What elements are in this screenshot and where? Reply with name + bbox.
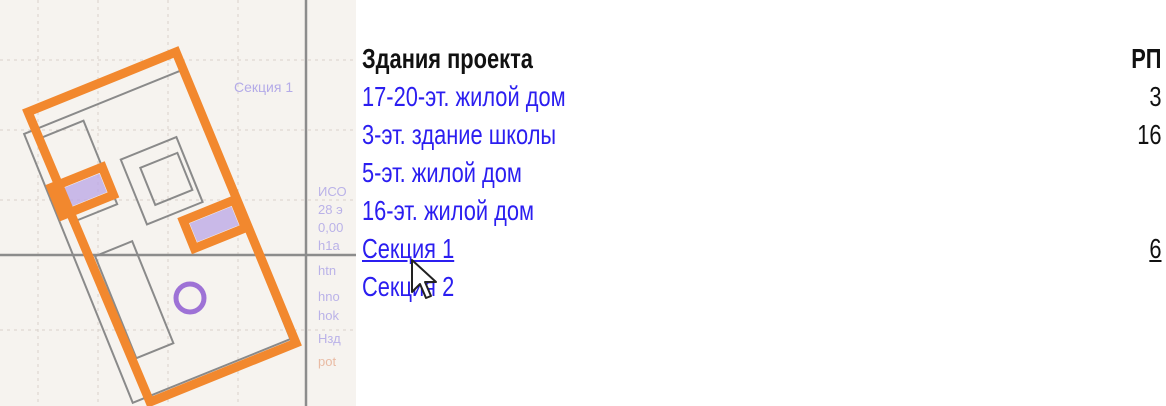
location-marker-icon [173,281,207,315]
building-link[interactable]: 17-20-эт. жилой дом [362,78,566,116]
svg-text:28 э: 28 э [318,202,343,217]
site-plan-map[interactable]: Секция 1 ИСО 28 э 0,00 h1a htn hno hok Н… [0,0,356,406]
svg-text:0,00: 0,00 [318,220,343,235]
svg-text:pot: pot [318,354,336,369]
buildings-list: Здания проекта РП 17-20-эт. жилой дом 3 … [362,40,1162,306]
building-link[interactable]: 5-эт. жилой дом [362,154,522,192]
building-rp-value[interactable]: 6 [1149,230,1161,268]
site-plan-drawing: Секция 1 ИСО 28 э 0,00 h1a htn hno hok Н… [0,0,356,406]
building-link[interactable]: 16-эт. жилой дом [362,192,534,230]
building-rp-value: 16 [1137,119,1162,150]
column-header-rp: РП [1131,43,1162,74]
building-link[interactable]: 3-эт. здание школы [362,116,556,154]
svg-text:Нзд: Нзд [318,331,341,346]
building-link[interactable]: Секция 2 [362,268,454,306]
building-link[interactable]: Секция 1 [362,230,454,268]
svg-text:htn: htn [318,263,336,278]
building-row[interactable]: 16-эт. жилой дом [362,192,1162,230]
building-row-hovered[interactable]: Секция 1 6 [362,230,1162,268]
building-row[interactable]: 3-эт. здание школы 16 [362,116,1162,154]
building-row[interactable]: 17-20-эт. жилой дом 3 [362,78,1162,116]
building-row[interactable]: Секция 2 [362,268,1162,306]
arrow-cursor-icon [411,259,437,299]
svg-text:h1a: h1a [318,238,340,253]
svg-text:hok: hok [318,308,339,323]
building-rp-value: 3 [1149,81,1162,112]
map-section-label: Секция 1 [234,79,293,95]
svg-text:hno: hno [318,289,340,304]
building-row[interactable]: 5-эт. жилой дом [362,154,1162,192]
list-header: Здания проекта РП [362,40,1162,78]
svg-text:ИСО: ИСО [318,184,347,199]
list-title: Здания проекта [362,43,533,74]
